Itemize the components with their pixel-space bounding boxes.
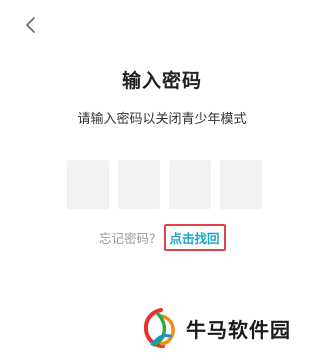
code-digit-box[interactable] <box>67 160 109 209</box>
teen-mode-password-page: 输入密码 请输入密码以关闭青少年模式 忘记密码？ 点击找回 牛马软件园 <box>0 0 324 364</box>
code-digit-box[interactable] <box>118 160 160 209</box>
page-subtitle: 请输入密码以关闭青少年模式 <box>77 112 247 127</box>
code-digit-box[interactable] <box>169 160 211 209</box>
watermark: 牛马软件园 <box>142 306 291 350</box>
forgot-password-label: 忘记密码？ <box>99 230 162 246</box>
watermark-text: 牛马软件园 <box>186 317 291 342</box>
password-code-input[interactable] <box>67 160 262 209</box>
code-digit-box[interactable] <box>220 160 262 209</box>
page-title: 输入密码 <box>121 70 202 92</box>
recover-password-link[interactable]: 点击找回 <box>163 223 226 251</box>
back-button[interactable] <box>20 12 44 40</box>
chevron-left-icon <box>26 17 35 33</box>
niuma-logo-icon <box>143 308 175 348</box>
forgot-password-row: 忘记密码？ 点击找回 <box>99 223 226 251</box>
